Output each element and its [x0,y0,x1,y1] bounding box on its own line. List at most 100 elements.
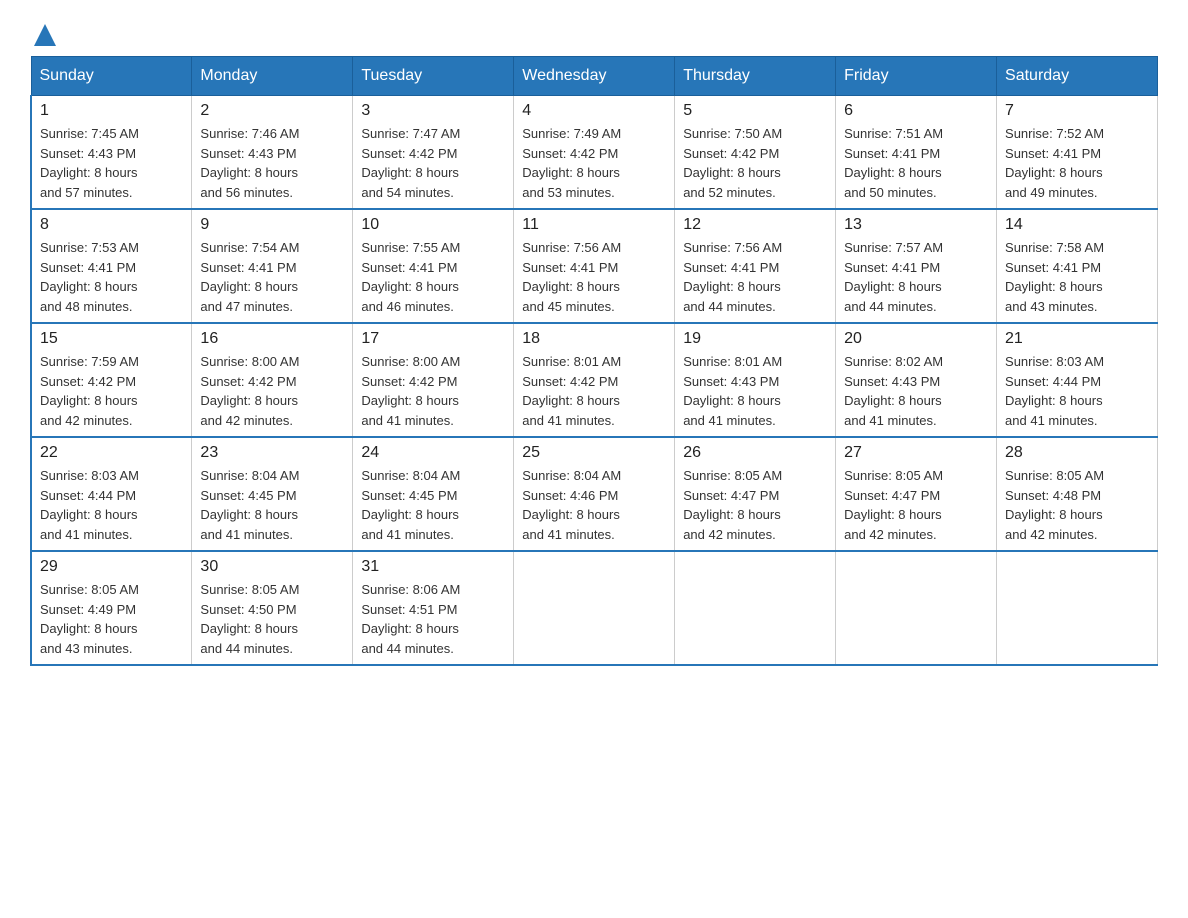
day-number: 26 [683,444,827,462]
day-info: Sunrise: 7:50 AMSunset: 4:42 PMDaylight:… [683,126,782,200]
day-number: 12 [683,216,827,234]
calendar-day-cell [514,551,675,665]
calendar-day-cell: 15 Sunrise: 7:59 AMSunset: 4:42 PMDaylig… [31,323,192,437]
calendar-day-cell: 12 Sunrise: 7:56 AMSunset: 4:41 PMDaylig… [675,209,836,323]
day-number: 23 [200,444,344,462]
calendar-day-cell: 6 Sunrise: 7:51 AMSunset: 4:41 PMDayligh… [836,96,997,210]
calendar-day-cell: 24 Sunrise: 8:04 AMSunset: 4:45 PMDaylig… [353,437,514,551]
day-number: 14 [1005,216,1149,234]
day-info: Sunrise: 8:03 AMSunset: 4:44 PMDaylight:… [40,468,139,542]
calendar-week-row: 8 Sunrise: 7:53 AMSunset: 4:41 PMDayligh… [31,209,1158,323]
calendar-day-cell: 16 Sunrise: 8:00 AMSunset: 4:42 PMDaylig… [192,323,353,437]
day-info: Sunrise: 8:05 AMSunset: 4:49 PMDaylight:… [40,582,139,656]
calendar-day-cell: 10 Sunrise: 7:55 AMSunset: 4:41 PMDaylig… [353,209,514,323]
weekday-header-saturday: Saturday [997,57,1158,96]
day-info: Sunrise: 7:55 AMSunset: 4:41 PMDaylight:… [361,240,460,314]
day-info: Sunrise: 7:54 AMSunset: 4:41 PMDaylight:… [200,240,299,314]
weekday-header-sunday: Sunday [31,57,192,96]
day-number: 20 [844,330,988,348]
calendar-day-cell: 11 Sunrise: 7:56 AMSunset: 4:41 PMDaylig… [514,209,675,323]
day-number: 24 [361,444,505,462]
calendar-day-cell: 29 Sunrise: 8:05 AMSunset: 4:49 PMDaylig… [31,551,192,665]
day-info: Sunrise: 7:51 AMSunset: 4:41 PMDaylight:… [844,126,943,200]
calendar-day-cell: 19 Sunrise: 8:01 AMSunset: 4:43 PMDaylig… [675,323,836,437]
day-number: 11 [522,216,666,234]
day-number: 3 [361,102,505,120]
day-number: 17 [361,330,505,348]
calendar-day-cell: 3 Sunrise: 7:47 AMSunset: 4:42 PMDayligh… [353,96,514,210]
calendar-day-cell: 21 Sunrise: 8:03 AMSunset: 4:44 PMDaylig… [997,323,1158,437]
day-info: Sunrise: 8:05 AMSunset: 4:47 PMDaylight:… [683,468,782,542]
day-info: Sunrise: 7:59 AMSunset: 4:42 PMDaylight:… [40,354,139,428]
calendar-day-cell [997,551,1158,665]
day-number: 10 [361,216,505,234]
day-info: Sunrise: 8:01 AMSunset: 4:43 PMDaylight:… [683,354,782,428]
day-number: 4 [522,102,666,120]
calendar-day-cell: 8 Sunrise: 7:53 AMSunset: 4:41 PMDayligh… [31,209,192,323]
day-number: 8 [40,216,183,234]
weekday-header-row: SundayMondayTuesdayWednesdayThursdayFrid… [31,57,1158,96]
calendar-day-cell: 13 Sunrise: 7:57 AMSunset: 4:41 PMDaylig… [836,209,997,323]
day-info: Sunrise: 7:47 AMSunset: 4:42 PMDaylight:… [361,126,460,200]
day-number: 30 [200,558,344,576]
calendar-day-cell [675,551,836,665]
day-info: Sunrise: 7:58 AMSunset: 4:41 PMDaylight:… [1005,240,1104,314]
day-info: Sunrise: 7:52 AMSunset: 4:41 PMDaylight:… [1005,126,1104,200]
calendar-table: SundayMondayTuesdayWednesdayThursdayFrid… [30,56,1158,666]
day-number: 15 [40,330,183,348]
day-number: 9 [200,216,344,234]
calendar-day-cell [836,551,997,665]
day-number: 21 [1005,330,1149,348]
day-info: Sunrise: 7:46 AMSunset: 4:43 PMDaylight:… [200,126,299,200]
day-info: Sunrise: 7:56 AMSunset: 4:41 PMDaylight:… [522,240,621,314]
day-info: Sunrise: 8:00 AMSunset: 4:42 PMDaylight:… [361,354,460,428]
day-info: Sunrise: 7:57 AMSunset: 4:41 PMDaylight:… [844,240,943,314]
weekday-header-monday: Monday [192,57,353,96]
calendar-week-row: 29 Sunrise: 8:05 AMSunset: 4:49 PMDaylig… [31,551,1158,665]
calendar-week-row: 1 Sunrise: 7:45 AMSunset: 4:43 PMDayligh… [31,96,1158,210]
day-info: Sunrise: 7:53 AMSunset: 4:41 PMDaylight:… [40,240,139,314]
calendar-day-cell: 18 Sunrise: 8:01 AMSunset: 4:42 PMDaylig… [514,323,675,437]
calendar-day-cell: 25 Sunrise: 8:04 AMSunset: 4:46 PMDaylig… [514,437,675,551]
calendar-day-cell: 27 Sunrise: 8:05 AMSunset: 4:47 PMDaylig… [836,437,997,551]
day-number: 22 [40,444,183,462]
day-number: 16 [200,330,344,348]
day-number: 7 [1005,102,1149,120]
logo-icon [30,20,60,50]
weekday-header-friday: Friday [836,57,997,96]
calendar-week-row: 22 Sunrise: 8:03 AMSunset: 4:44 PMDaylig… [31,437,1158,551]
day-info: Sunrise: 8:03 AMSunset: 4:44 PMDaylight:… [1005,354,1104,428]
page-header [30,20,1158,46]
calendar-day-cell: 30 Sunrise: 8:05 AMSunset: 4:50 PMDaylig… [192,551,353,665]
day-number: 1 [40,102,183,120]
calendar-day-cell: 14 Sunrise: 7:58 AMSunset: 4:41 PMDaylig… [997,209,1158,323]
day-number: 13 [844,216,988,234]
calendar-week-row: 15 Sunrise: 7:59 AMSunset: 4:42 PMDaylig… [31,323,1158,437]
calendar-day-cell: 26 Sunrise: 8:05 AMSunset: 4:47 PMDaylig… [675,437,836,551]
day-info: Sunrise: 7:45 AMSunset: 4:43 PMDaylight:… [40,126,139,200]
day-info: Sunrise: 8:05 AMSunset: 4:50 PMDaylight:… [200,582,299,656]
day-number: 28 [1005,444,1149,462]
day-info: Sunrise: 7:56 AMSunset: 4:41 PMDaylight:… [683,240,782,314]
calendar-day-cell: 4 Sunrise: 7:49 AMSunset: 4:42 PMDayligh… [514,96,675,210]
calendar-day-cell: 1 Sunrise: 7:45 AMSunset: 4:43 PMDayligh… [31,96,192,210]
weekday-header-wednesday: Wednesday [514,57,675,96]
day-info: Sunrise: 8:04 AMSunset: 4:45 PMDaylight:… [361,468,460,542]
day-info: Sunrise: 8:06 AMSunset: 4:51 PMDaylight:… [361,582,460,656]
calendar-day-cell: 31 Sunrise: 8:06 AMSunset: 4:51 PMDaylig… [353,551,514,665]
logo [30,20,60,46]
calendar-day-cell: 2 Sunrise: 7:46 AMSunset: 4:43 PMDayligh… [192,96,353,210]
day-number: 2 [200,102,344,120]
weekday-header-thursday: Thursday [675,57,836,96]
day-info: Sunrise: 8:04 AMSunset: 4:45 PMDaylight:… [200,468,299,542]
day-info: Sunrise: 8:00 AMSunset: 4:42 PMDaylight:… [200,354,299,428]
calendar-day-cell: 17 Sunrise: 8:00 AMSunset: 4:42 PMDaylig… [353,323,514,437]
day-info: Sunrise: 8:02 AMSunset: 4:43 PMDaylight:… [844,354,943,428]
day-info: Sunrise: 8:05 AMSunset: 4:48 PMDaylight:… [1005,468,1104,542]
day-number: 27 [844,444,988,462]
day-info: Sunrise: 8:04 AMSunset: 4:46 PMDaylight:… [522,468,621,542]
calendar-day-cell: 5 Sunrise: 7:50 AMSunset: 4:42 PMDayligh… [675,96,836,210]
calendar-day-cell: 28 Sunrise: 8:05 AMSunset: 4:48 PMDaylig… [997,437,1158,551]
calendar-day-cell: 23 Sunrise: 8:04 AMSunset: 4:45 PMDaylig… [192,437,353,551]
calendar-day-cell: 9 Sunrise: 7:54 AMSunset: 4:41 PMDayligh… [192,209,353,323]
